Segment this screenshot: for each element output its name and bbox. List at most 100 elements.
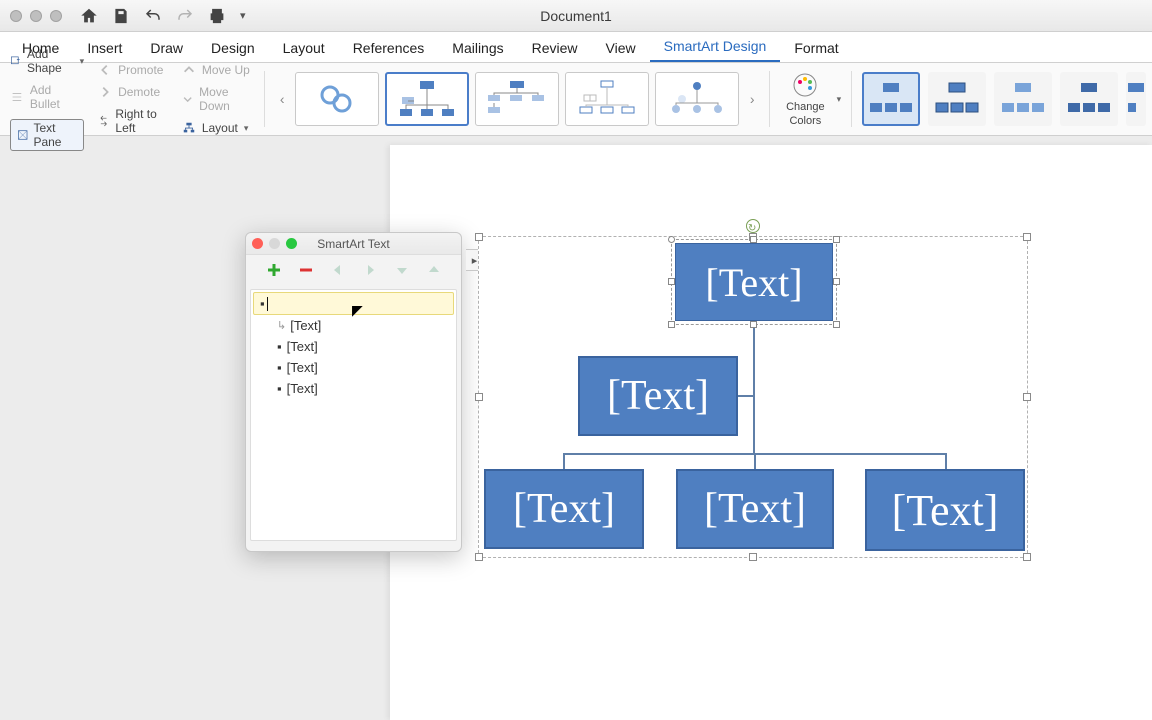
smartart-node-top[interactable]: [Text]: [675, 243, 833, 321]
smartart-node-child-2[interactable]: [Text]: [676, 469, 834, 549]
document-title: Document1: [540, 8, 612, 24]
move-down-button[interactable]: Move Down: [178, 83, 255, 115]
rtl-label: Right to Left: [115, 107, 167, 135]
resize-handle[interactable]: [475, 393, 483, 401]
right-to-left-button[interactable]: Right to Left: [94, 105, 172, 137]
add-bullet-button[interactable]: Add Bullet: [6, 81, 88, 113]
minimize-window-icon[interactable]: [30, 10, 42, 22]
outline-row-3[interactable]: ▪ [Text]: [271, 357, 454, 378]
layout-thumb-3[interactable]: [475, 72, 559, 126]
resize-handle[interactable]: [833, 278, 840, 285]
style-thumb-2[interactable]: [928, 72, 986, 126]
tab-review[interactable]: Review: [518, 33, 592, 62]
tab-references[interactable]: References: [339, 33, 439, 62]
resize-handle[interactable]: [750, 321, 757, 328]
panel-body[interactable]: ▪ ↳ [Text] ▪ [Text] ▪ [Text] ▪ [Text]: [250, 289, 457, 541]
home-icon[interactable]: [80, 7, 98, 25]
layout-thumb-1[interactable]: [295, 72, 379, 126]
panel-indent-icon[interactable]: [363, 263, 377, 282]
add-bullet-label: Add Bullet: [30, 83, 84, 111]
resize-handle[interactable]: [668, 236, 675, 243]
resize-handle[interactable]: [1023, 233, 1031, 241]
resize-handle[interactable]: [833, 321, 840, 328]
layout-thumb-2[interactable]: [385, 72, 469, 126]
qat-overflow-icon[interactable]: ▾: [240, 9, 246, 22]
arrow-left-icon: [98, 63, 112, 77]
move-down-label: Move Down: [199, 85, 250, 113]
smartart-node-child-3[interactable]: [Text]: [865, 469, 1025, 551]
gallery-next-button[interactable]: ›: [745, 69, 759, 129]
smartart-canvas[interactable]: [Text] [Text] [Text] [Text] [Text]: [478, 236, 1028, 558]
layout-thumb-5[interactable]: [655, 72, 739, 126]
resize-handle[interactable]: [750, 236, 757, 243]
style-thumb-3[interactable]: [994, 72, 1052, 126]
resize-handle[interactable]: [668, 321, 675, 328]
separator: [769, 71, 770, 127]
add-shape-button[interactable]: Add Shape ▾: [6, 45, 88, 77]
tab-layout[interactable]: Layout: [269, 33, 339, 62]
outline-row-4[interactable]: ▪ [Text]: [271, 378, 454, 399]
panel-add-icon[interactable]: [267, 263, 281, 282]
resize-handle[interactable]: [668, 278, 675, 285]
promote-button[interactable]: Promote: [94, 61, 172, 79]
panel-remove-icon[interactable]: [299, 263, 313, 282]
resize-handle[interactable]: [475, 233, 483, 241]
style-thumb-1[interactable]: [862, 72, 920, 126]
outline-row-1[interactable]: ↳ [Text]: [271, 315, 454, 336]
change-colors-button[interactable]: Change Colors: [780, 71, 831, 127]
connector: [563, 453, 565, 469]
print-icon[interactable]: [208, 7, 226, 25]
demote-button[interactable]: Demote: [94, 83, 172, 101]
panel-movedown-icon[interactable]: [395, 263, 409, 282]
connector: [753, 321, 755, 453]
layout-thumb-4[interactable]: [565, 72, 649, 126]
promote-label: Promote: [118, 63, 163, 77]
zoom-window-icon[interactable]: [50, 10, 62, 22]
rotate-handle-icon[interactable]: [746, 219, 760, 233]
save-icon[interactable]: [112, 7, 130, 25]
move-up-button[interactable]: Move Up: [178, 61, 255, 79]
text-pane-button[interactable]: Text Pane: [6, 117, 88, 153]
layout-button[interactable]: Layout ▾: [178, 119, 255, 137]
outline-text[interactable]: [Text]: [287, 360, 318, 375]
panel-title: SmartArt Text: [317, 237, 389, 251]
separator: [851, 71, 852, 127]
add-shape-label: Add Shape: [27, 47, 74, 75]
tab-format[interactable]: Format: [780, 33, 852, 62]
panel-titlebar[interactable]: SmartArt Text: [246, 233, 461, 255]
tab-view[interactable]: View: [592, 33, 650, 62]
resize-handle[interactable]: [475, 553, 483, 561]
panel-close-icon[interactable]: [252, 238, 263, 249]
window-traffic-lights: [10, 10, 62, 22]
smartart-node-assistant[interactable]: [Text]: [578, 356, 738, 436]
connector: [738, 395, 754, 397]
outline-text[interactable]: [Text]: [287, 381, 318, 396]
tab-mailings[interactable]: Mailings: [438, 33, 517, 62]
tab-smartart-design[interactable]: SmartArt Design: [650, 31, 781, 62]
tab-draw[interactable]: Draw: [136, 33, 197, 62]
resize-handle[interactable]: [749, 553, 757, 561]
resize-handle[interactable]: [833, 236, 840, 243]
ribbon: Add Shape ▾ Add Bullet Text Pane Promote…: [0, 63, 1152, 136]
resize-handle[interactable]: [1023, 553, 1031, 561]
panel-moveup-icon[interactable]: [427, 263, 441, 282]
arrow-down-icon: [182, 92, 193, 106]
outline-text[interactable]: [Text]: [287, 339, 318, 354]
tab-design[interactable]: Design: [197, 33, 269, 62]
panel-outdent-icon[interactable]: [331, 263, 345, 282]
bullet-icon: ▪: [277, 339, 283, 354]
outline-row-0[interactable]: ▪: [253, 292, 454, 315]
gallery-prev-button[interactable]: ‹: [275, 69, 289, 129]
style-thumb-4[interactable]: [1060, 72, 1118, 126]
resize-handle[interactable]: [1023, 393, 1031, 401]
outline-row-2[interactable]: ▪ [Text]: [271, 336, 454, 357]
panel-zoom-icon[interactable]: [286, 238, 297, 249]
layout-label: Layout: [202, 121, 238, 135]
close-window-icon[interactable]: [10, 10, 22, 22]
outline-text[interactable]: [Text]: [290, 318, 321, 333]
smartart-node-child-1[interactable]: [Text]: [484, 469, 644, 549]
undo-icon[interactable]: [144, 7, 162, 25]
redo-icon[interactable]: [176, 7, 194, 25]
move-up-label: Move Up: [202, 63, 250, 77]
style-thumb-5[interactable]: [1126, 72, 1146, 126]
